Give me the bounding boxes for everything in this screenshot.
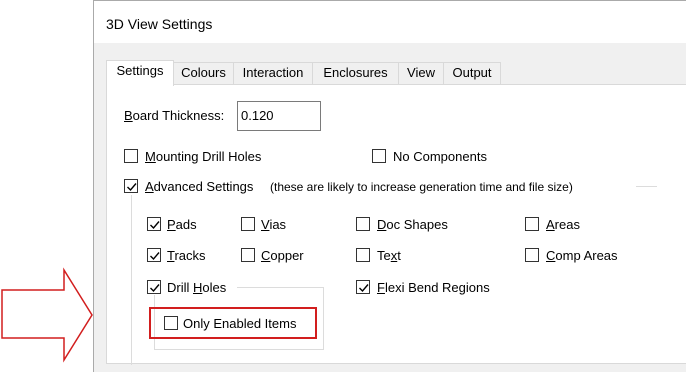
text-label: Text [377, 248, 401, 263]
tab-colours[interactable]: Colours [173, 62, 234, 84]
tracks-checkbox[interactable] [147, 248, 161, 262]
drill-holes-group-divider [323, 287, 324, 349]
mounting-drill-holes-checkbox[interactable] [124, 149, 138, 163]
vias-label: Vias [261, 217, 287, 232]
drill-holes-label: Drill Holes [167, 280, 227, 295]
copper-checkbox[interactable] [241, 248, 255, 262]
no-components-label: No Components [393, 149, 487, 164]
tracks-label: Tracks [167, 248, 206, 263]
only-enabled-items-checkbox[interactable] [164, 316, 178, 330]
comp-areas-label: Comp Areas [546, 248, 618, 263]
no-components-checkbox[interactable] [372, 149, 386, 163]
doc-shapes-checkbox[interactable] [356, 217, 370, 231]
title-bar: 3D View Settings [94, 1, 686, 43]
tab-output[interactable]: Output [443, 62, 501, 84]
check-icon [150, 252, 160, 261]
tab-view[interactable]: View [398, 62, 444, 84]
areas-checkbox[interactable] [525, 217, 539, 231]
check-icon [359, 284, 369, 293]
check-icon [150, 284, 160, 293]
drill-holes-group-divider [154, 349, 324, 350]
check-icon [150, 221, 160, 230]
advanced-settings-checkbox[interactable] [124, 179, 138, 193]
doc-shapes-label: Doc Shapes [377, 217, 448, 232]
flexi-bend-regions-label: Flexi Bend Regions [377, 280, 490, 295]
advanced-settings-label: Advanced Settings [145, 179, 254, 194]
only-enabled-items-label: Only Enabled Items [183, 316, 297, 331]
drill-holes-group-divider [237, 287, 323, 288]
advanced-settings-note: (these are likely to increase generation… [270, 180, 573, 194]
text-checkbox[interactable] [356, 248, 370, 262]
board-thickness-label: Board Thickness: [124, 108, 225, 123]
annotation-arrow-icon [1, 267, 93, 363]
tab-interaction[interactable]: Interaction [233, 62, 313, 84]
mounting-drill-holes-label: Mounting Drill Holes [145, 149, 262, 164]
vias-checkbox[interactable] [241, 217, 255, 231]
copper-label: Copper [261, 248, 304, 263]
check-icon [127, 183, 137, 192]
tab-settings[interactable]: Settings [106, 60, 174, 86]
areas-label: Areas [546, 217, 580, 232]
board-thickness-input[interactable]: 0.120 [237, 101, 321, 131]
3d-view-settings-dialog: 3D View Settings Settings Colours Intera… [93, 0, 686, 372]
tab-enclosures[interactable]: Enclosures [312, 62, 399, 84]
group-divider [636, 186, 657, 187]
pads-label: Pads [167, 217, 197, 232]
drill-holes-checkbox[interactable] [147, 280, 161, 294]
pads-checkbox[interactable] [147, 217, 161, 231]
window-title: 3D View Settings [106, 16, 213, 32]
settings-panel: Board Thickness: 0.120 Mounting Drill Ho… [106, 84, 686, 365]
group-divider [131, 195, 132, 365]
comp-areas-checkbox[interactable] [525, 248, 539, 262]
flexi-bend-regions-checkbox[interactable] [356, 280, 370, 294]
